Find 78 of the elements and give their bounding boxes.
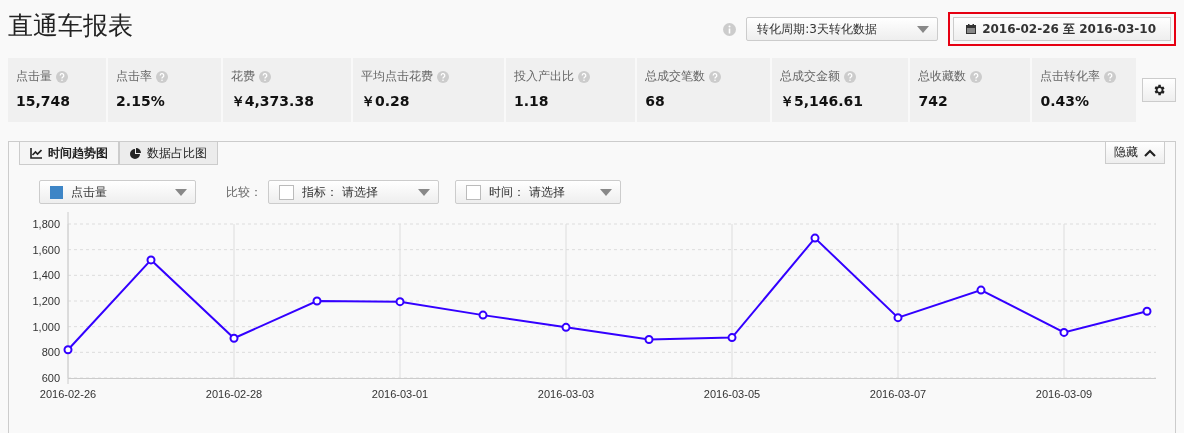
stat-value: ￥5,146.61 — [779, 93, 865, 111]
stat-value: 15,748 — [16, 93, 72, 109]
x-tick-label: 2016-03-07 — [869, 388, 927, 400]
compare-select[interactable]: 时间： 请选择 — [455, 180, 621, 204]
stat-value: ￥4,373.38 — [230, 93, 315, 111]
stat-label: 投入产出比 — [514, 68, 575, 85]
data-point — [976, 285, 986, 295]
help-icon[interactable] — [437, 70, 450, 83]
data-point — [893, 313, 903, 323]
help-icon[interactable] — [970, 70, 983, 83]
data-point — [1059, 327, 1069, 337]
help-icon[interactable] — [578, 70, 591, 83]
line-chart-icon — [30, 147, 42, 159]
metric-select[interactable]: 点击量 — [39, 180, 196, 204]
calendar-icon — [966, 24, 977, 34]
page-title: 直通车报表 — [8, 9, 133, 42]
stat-label: 总收藏数 — [918, 68, 967, 85]
help-icon[interactable] — [1104, 70, 1117, 83]
x-tick-label: 2016-03-09 — [1035, 388, 1093, 400]
stat-value: 68 — [645, 93, 666, 109]
stat-label: 平均点击花费 — [361, 68, 434, 85]
settings-button[interactable] — [1142, 78, 1176, 102]
stat-label: 点击转化率 — [1040, 68, 1101, 85]
caret-icon — [600, 188, 612, 196]
period-select[interactable]: 转化周期:3天转化数据 — [746, 17, 939, 41]
y-tick-label: 600 — [41, 372, 60, 384]
data-point — [478, 310, 488, 320]
data-point — [644, 335, 654, 344]
y-tick-label: 1,400 — [32, 269, 60, 282]
info-icon[interactable] — [723, 22, 737, 36]
help-icon[interactable] — [56, 70, 68, 83]
stat-label: 总成交笔数 — [645, 68, 706, 85]
data-point — [63, 345, 73, 355]
stat-value: 2.15% — [116, 93, 166, 109]
x-tick-label: 2016-03-01 — [371, 388, 429, 400]
data-point — [146, 255, 156, 265]
chart-tab[interactable]: 时间趋势图 — [19, 142, 119, 165]
data-point — [229, 333, 239, 343]
caret-icon — [418, 188, 430, 196]
data-point — [561, 322, 571, 332]
y-tick-label: 1,000 — [32, 320, 60, 333]
caret-icon — [917, 25, 930, 33]
help-icon[interactable] — [258, 70, 271, 83]
hide-button[interactable]: 隐藏 — [1105, 142, 1165, 164]
settings-icon — [1152, 83, 1166, 97]
chevron-up-icon — [1144, 148, 1156, 157]
x-tick-label: 2016-02-26 — [39, 388, 97, 400]
chart-tab[interactable]: 数据占比图 — [119, 142, 218, 165]
stat-label: 总成交金额 — [779, 68, 840, 85]
stat-value: ￥0.28 — [361, 93, 411, 111]
checkbox[interactable] — [466, 184, 481, 200]
stat-value: 742 — [918, 93, 949, 109]
data-point — [810, 233, 820, 243]
data-point — [727, 333, 737, 343]
compare-select[interactable]: 指标： 请选择 — [268, 180, 439, 204]
stat-value: 0.43% — [1040, 93, 1090, 109]
compare-label: 比较： — [226, 183, 262, 201]
stat-label: 花费 — [230, 68, 255, 85]
y-tick-label: 1,600 — [32, 243, 60, 256]
date-range-button[interactable]: 2016-02-26 至 2016-03-10 — [953, 17, 1171, 41]
y-tick-label: 800 — [41, 346, 60, 359]
help-icon[interactable] — [156, 70, 169, 83]
stat-label: 点击量 — [16, 68, 52, 85]
pie-chart-icon — [130, 147, 141, 159]
data-point — [312, 296, 322, 306]
x-tick-label: 2016-03-05 — [703, 388, 761, 400]
y-tick-label: 1,800 — [32, 218, 60, 230]
checkbox[interactable] — [279, 184, 294, 200]
help-icon[interactable] — [843, 70, 856, 83]
stat-label: 点击率 — [116, 68, 153, 85]
caret-icon — [175, 188, 187, 196]
stat-value: 1.18 — [514, 93, 550, 109]
x-tick-label: 2016-03-03 — [537, 388, 595, 400]
data-point — [395, 297, 405, 307]
help-icon[interactable] — [709, 70, 722, 83]
x-tick-label: 2016-02-28 — [205, 388, 263, 400]
data-point — [1142, 306, 1152, 316]
y-tick-label: 1,200 — [32, 295, 60, 307]
